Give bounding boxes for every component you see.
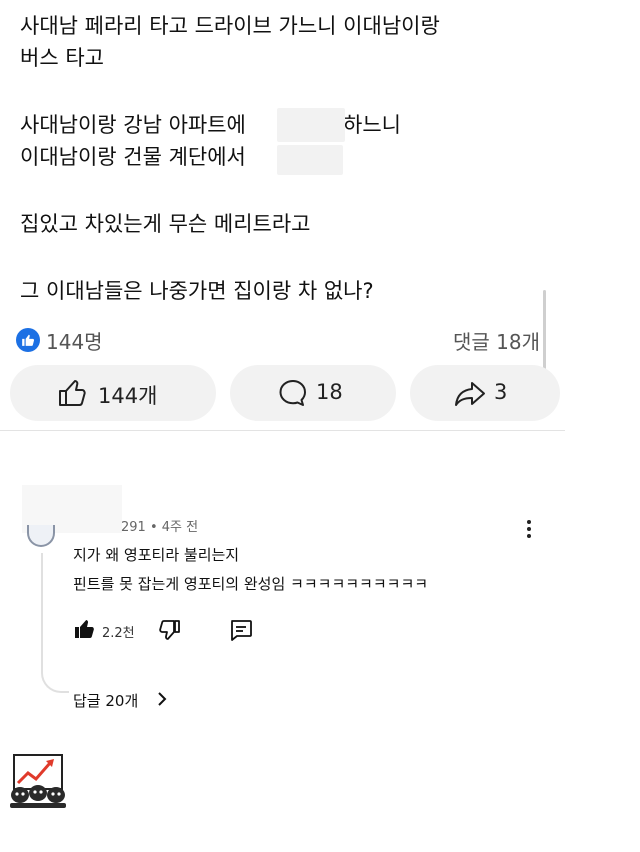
share-button-label: 3 [494,380,508,404]
comment-dislike-icon[interactable] [158,619,180,641]
comment-meta: 291 • 4주 전 [121,520,199,535]
redaction-box [277,108,345,142]
likes-count[interactable]: 144명 [46,326,103,355]
avatar[interactable] [27,525,55,547]
divider [0,430,565,431]
post-line: 사대남 페라리 타고 드라이브 가느니 이대남이랑 [20,14,440,38]
chevron-right-icon[interactable] [156,691,168,707]
comment-text: 핀트를 못 잡는게 영포티의 완성임 ㅋㅋㅋㅋㅋㅋㅋㅋㅋㅋ [73,575,429,593]
more-options-icon[interactable] [526,520,532,540]
comment-text: 지가 왜 영포티라 불리는지 [73,546,240,564]
thread-line [41,553,69,693]
comment-button[interactable]: 18 [230,365,396,421]
like-button-label: 144개 [98,384,158,408]
view-replies-link[interactable]: 답글 20개 [73,690,138,711]
thumbs-up-icon [59,380,86,406]
comment-bubble-icon [279,380,306,406]
like-button[interactable]: 144개 [10,365,216,421]
share-arrow-icon [455,382,485,406]
comments-count[interactable]: 댓글 18개 [453,326,540,355]
post-line: 그 이대남들은 나중가면 집이랑 차 없나? [20,279,374,303]
site-logo [10,754,66,808]
post-line-part: 사대남이랑 강남 아파트에 [20,113,246,137]
post-line-part: 하느니 [343,113,401,137]
post-stats: 144명 댓글 18개 [16,325,540,355]
post-line: 집있고 차있는게 무슨 메리트라고 [20,212,311,236]
comment-button-label: 18 [316,380,343,404]
share-button[interactable]: 3 [410,365,560,421]
reply-icon[interactable] [229,619,253,641]
comment-like-icon[interactable] [74,619,96,639]
post-line: 버스 타고 [20,46,104,70]
like-reaction-icon [16,328,40,352]
comment-like-count: 2.2천 [102,626,135,641]
redaction-box [277,145,343,175]
